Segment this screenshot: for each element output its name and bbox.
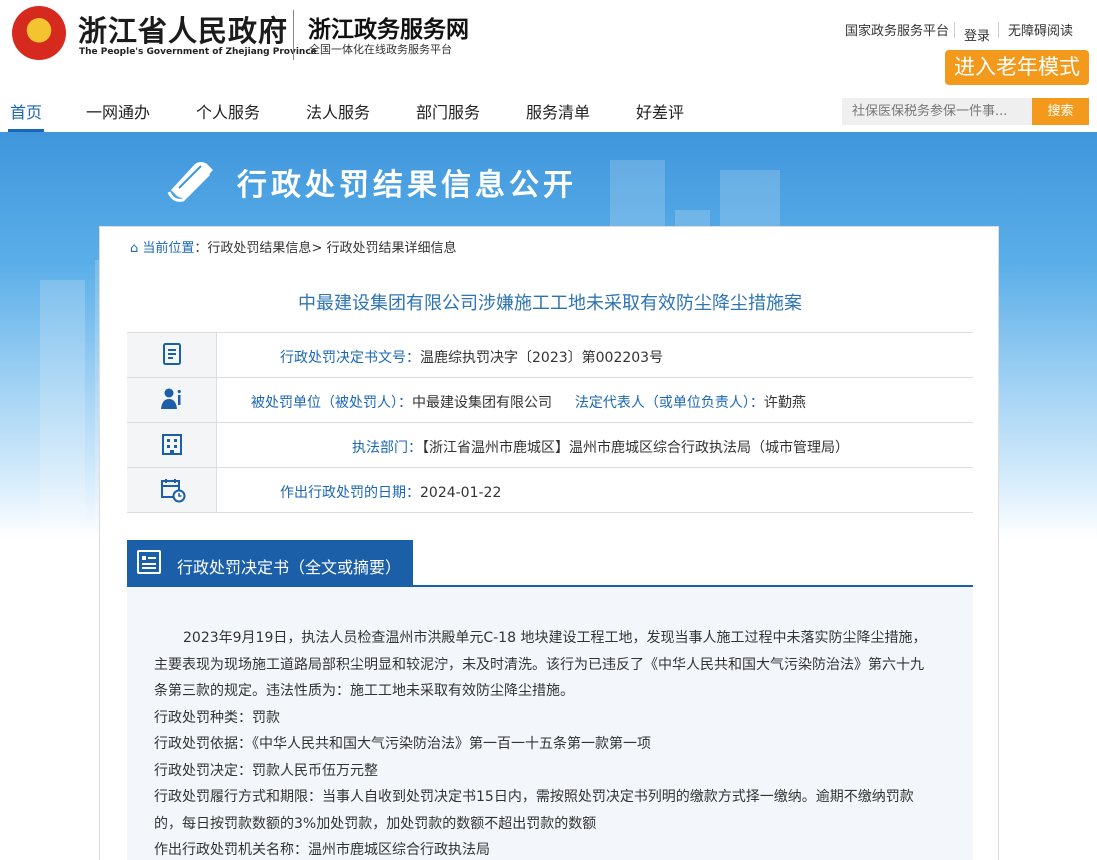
penalty-decision: 行政处罚决定：罚款人民币伍万元整 — [154, 762, 378, 779]
date-label: 作出行政处罚的日期： — [280, 485, 420, 501]
skyline-building — [40, 280, 85, 860]
nav-item-one-stop[interactable]: 一网通办 — [86, 99, 150, 123]
penalty-basis: 行政处罚依据：《中华人民共和国大气污染防治法》第一百一十五条第一款第一项 — [154, 736, 651, 752]
search-button[interactable]: 搜索 — [1032, 98, 1089, 125]
info-row-date: 作出行政处罚的日期：2024-01-22 — [127, 468, 973, 513]
breadcrumb-level2[interactable]: > 行政处罚结果详细信息 — [311, 241, 456, 256]
tab-decision-document[interactable]: 行政处罚决定书（全文或摘要） — [127, 540, 413, 586]
top-link-divider — [954, 22, 955, 38]
nav-item-legal-person[interactable]: 法人服务 — [306, 99, 370, 123]
legal-rep-value: 许勤燕 — [763, 395, 806, 411]
nav-item-home[interactable]: 首页 — [10, 99, 42, 123]
home-icon[interactable]: ⌂ — [130, 241, 138, 256]
header-divider — [293, 10, 294, 60]
case-title: 中最建设集团有限公司涉嫌施工工地未采取有效防尘降尘措施案 — [298, 293, 802, 314]
nav-item-review[interactable]: 好差评 — [636, 99, 684, 123]
nav-item-service-list[interactable]: 服务清单 — [526, 99, 590, 123]
penalty-method-cont: 的，每日按罚款数额的3%加处罚款，加处罚款的数额不超出罚款的数额 — [154, 815, 597, 832]
decision-full-text: 2023年9月19日，执法人员检查温州市洪殿单元C-18 地块建设工程工地，发现… — [127, 587, 973, 860]
party-label: 被处罚单位（被处罚人）： — [251, 395, 412, 411]
decision-paragraph-line: 主要表现为现场施工道路局部积尘明显和较泥泞，未及时清洗。该行为已违反了《中华人民… — [154, 656, 924, 673]
national-platform-link[interactable]: 国家政务服务平台 — [845, 20, 949, 39]
breadcrumb-current: 当前位置 — [142, 241, 195, 256]
penalty-method: 行政处罚履行方式和期限：当事人自收到处罚决定书15日内，需按照处罚决定书列明的缴… — [154, 789, 914, 805]
gov-subtitle: The People's Government of Zhejiang Prov… — [79, 47, 317, 57]
gov-title[interactable]: 浙江省人民政府 — [78, 8, 288, 50]
penalty-authority: 作出行政处罚机关名称：温州市鹿城区综合行政执法局 — [154, 842, 490, 858]
building-icon — [162, 434, 182, 455]
service-title[interactable]: 浙江政务服务网 — [308, 10, 469, 44]
national-emblem-icon — [12, 6, 66, 60]
top-link-divider — [998, 22, 999, 38]
penalty-type: 行政处罚种类：罚款 — [154, 709, 280, 726]
tab-decision-label: 行政处罚决定书（全文或摘要） — [177, 558, 402, 577]
date-value: 2024-01-22 — [420, 485, 502, 501]
elder-mode-button[interactable]: 进入老年模式 — [945, 50, 1089, 85]
content-card: ⌂ 当前位置：行政处罚结果信息> 行政处罚结果详细信息 中最建设集团有限公司涉嫌… — [99, 226, 999, 860]
legal-rep-label: 法定代表人（或单位负责人）： — [574, 395, 764, 411]
calendar-clock-icon — [161, 479, 186, 503]
dept-label: 执法部门： — [352, 440, 422, 456]
info-row-doc-number: 行政处罚决定书文号：温鹿综执罚决字〔2023〕第002203号 — [127, 333, 973, 378]
main-nav: 首页 一网通办 个人服务 法人服务 部门服务 服务清单 好差评 社保医保税务参保… — [0, 90, 1097, 132]
book-icon — [167, 162, 213, 202]
breadcrumb-level1[interactable]: ：行政处罚结果信息 — [194, 241, 311, 256]
site-header: 浙江省人民政府 The People's Government of Zheji… — [0, 0, 1097, 90]
party-value: 中最建设集团有限公司 — [412, 395, 552, 411]
banner-title: 行政处罚结果信息公开 — [237, 168, 577, 203]
decision-paragraph-line: 2023年9月19日，执法人员检查温州市洪殿单元C-18 地块建设工程工地，发现… — [183, 630, 927, 646]
decision-paragraph-line: 条第三款的规定。违法性质为：施工工地未采取有效防尘降尘措施。 — [154, 683, 574, 699]
doc-number-label: 行政处罚决定书文号： — [280, 350, 420, 366]
document-icon — [163, 343, 181, 365]
info-row-party: 被处罚单位（被处罚人）：中最建设集团有限公司 法定代表人（或单位负责人）：许勤燕 — [127, 378, 973, 423]
case-info-table: 行政处罚决定书文号：温鹿综执罚决字〔2023〕第002203号 被处罚单位（被处… — [127, 332, 973, 513]
info-row-department: 执法部门：【浙江省温州市鹿城区】温州市鹿城区综合行政执法局（城市管理局） — [127, 423, 973, 468]
service-subtitle: 全国一体化在线政务服务平台 — [309, 43, 452, 56]
nav-item-department[interactable]: 部门服务 — [416, 99, 480, 123]
document-list-icon — [137, 550, 161, 574]
doc-number-value: 温鹿综执罚决字〔2023〕第002203号 — [420, 350, 664, 366]
dept-value: 【浙江省温州市鹿城区】温州市鹿城区综合行政执法局（城市管理局） — [422, 440, 849, 456]
nav-item-personal[interactable]: 个人服务 — [196, 99, 260, 123]
accessible-reading-link[interactable]: 无障碍阅读 — [1008, 20, 1073, 39]
breadcrumb: ⌂ 当前位置：行政处罚结果信息> 行政处罚结果详细信息 — [130, 237, 456, 256]
login-link[interactable]: 登录 — [964, 25, 990, 44]
search-input[interactable]: 社保医保税务参保一件事... — [842, 98, 1032, 125]
person-info-icon — [161, 388, 181, 409]
